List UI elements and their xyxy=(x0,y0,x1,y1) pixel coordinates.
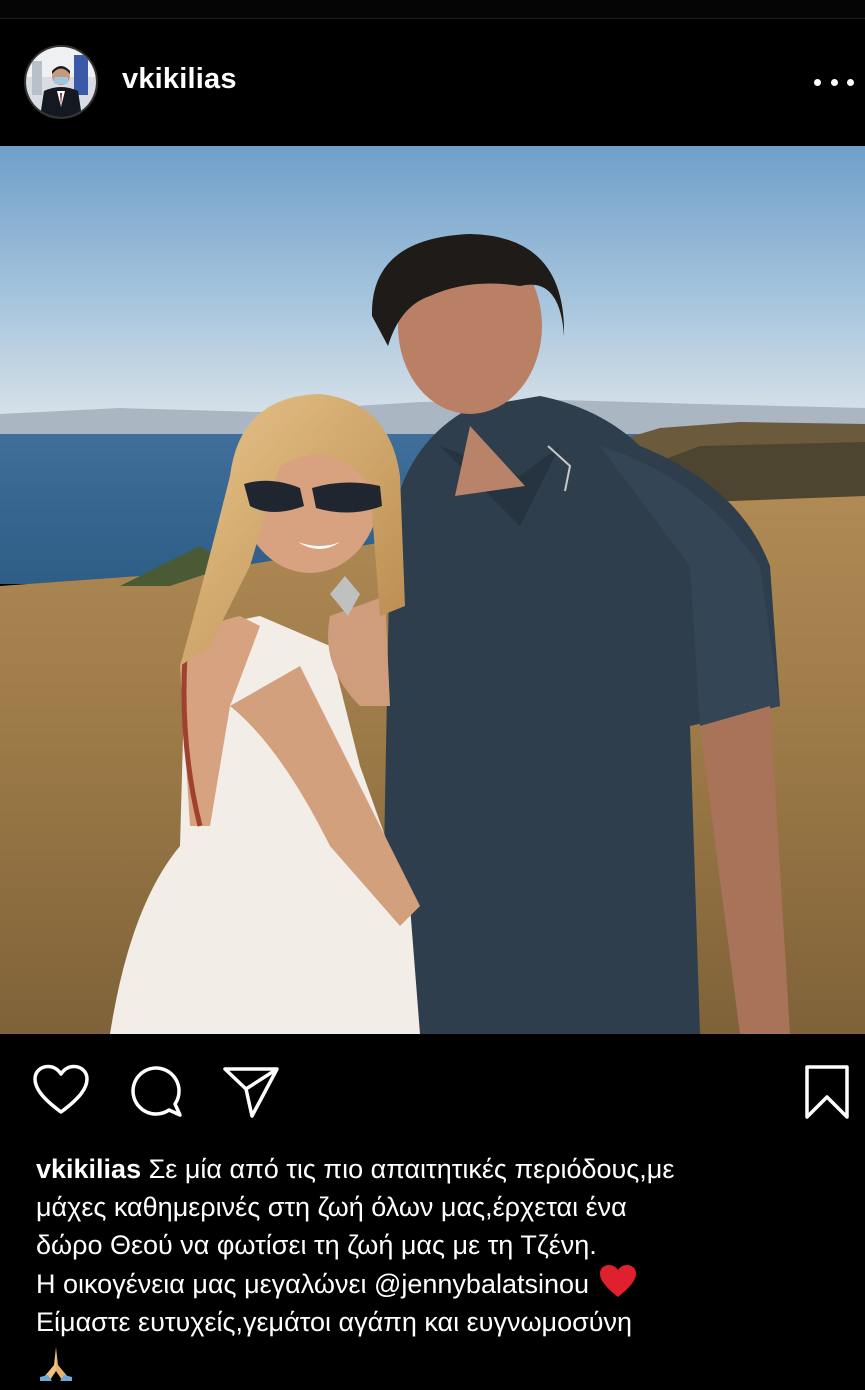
caption-line: δώρο Θεού να φωτίσει τη ζωή μας με τη Τζ… xyxy=(36,1230,597,1260)
bookmark-outline-icon[interactable] xyxy=(804,1064,850,1120)
caption-line: Είμαστε ευτυχείς,γεμάτοι αγάπη και ευγνω… xyxy=(36,1307,633,1337)
folded-hands-emoji-icon xyxy=(40,1347,72,1381)
caption-line: vkikilias Σε μία από τις πιο απαιτητικές… xyxy=(36,1150,836,1188)
comment-bubble-icon[interactable] xyxy=(128,1063,184,1119)
post-caption: vkikilias Σε μία από τις πιο απαιτητικές… xyxy=(36,1150,836,1381)
post-username[interactable]: vkikilias xyxy=(122,63,237,96)
caption-line: μάχες καθημερινές στη ζωή όλων μας,έρχετ… xyxy=(36,1192,627,1222)
caption-username[interactable]: vkikilias xyxy=(36,1154,141,1184)
caption-line: Η οικογένεια μας μεγαλώνει @jennybalatsi… xyxy=(36,1264,836,1303)
post-header: vkikilias xyxy=(0,19,865,145)
heart-outline-icon[interactable] xyxy=(32,1064,90,1116)
status-strip xyxy=(0,0,865,19)
red-heart-emoji-icon xyxy=(600,1265,637,1297)
caption-text: Η οικογένεια μας μεγαλώνει @jennybalatsi… xyxy=(36,1269,590,1299)
profile-avatar[interactable] xyxy=(24,45,98,119)
avatar-image xyxy=(26,47,96,117)
post-action-bar xyxy=(0,1034,865,1150)
paper-plane-icon[interactable] xyxy=(222,1065,280,1119)
post-photo[interactable] xyxy=(0,146,865,1034)
caption-text: Σε μία από τις πιο απαιτητικές περιόδους… xyxy=(148,1154,675,1184)
more-options-icon[interactable] xyxy=(814,73,854,91)
